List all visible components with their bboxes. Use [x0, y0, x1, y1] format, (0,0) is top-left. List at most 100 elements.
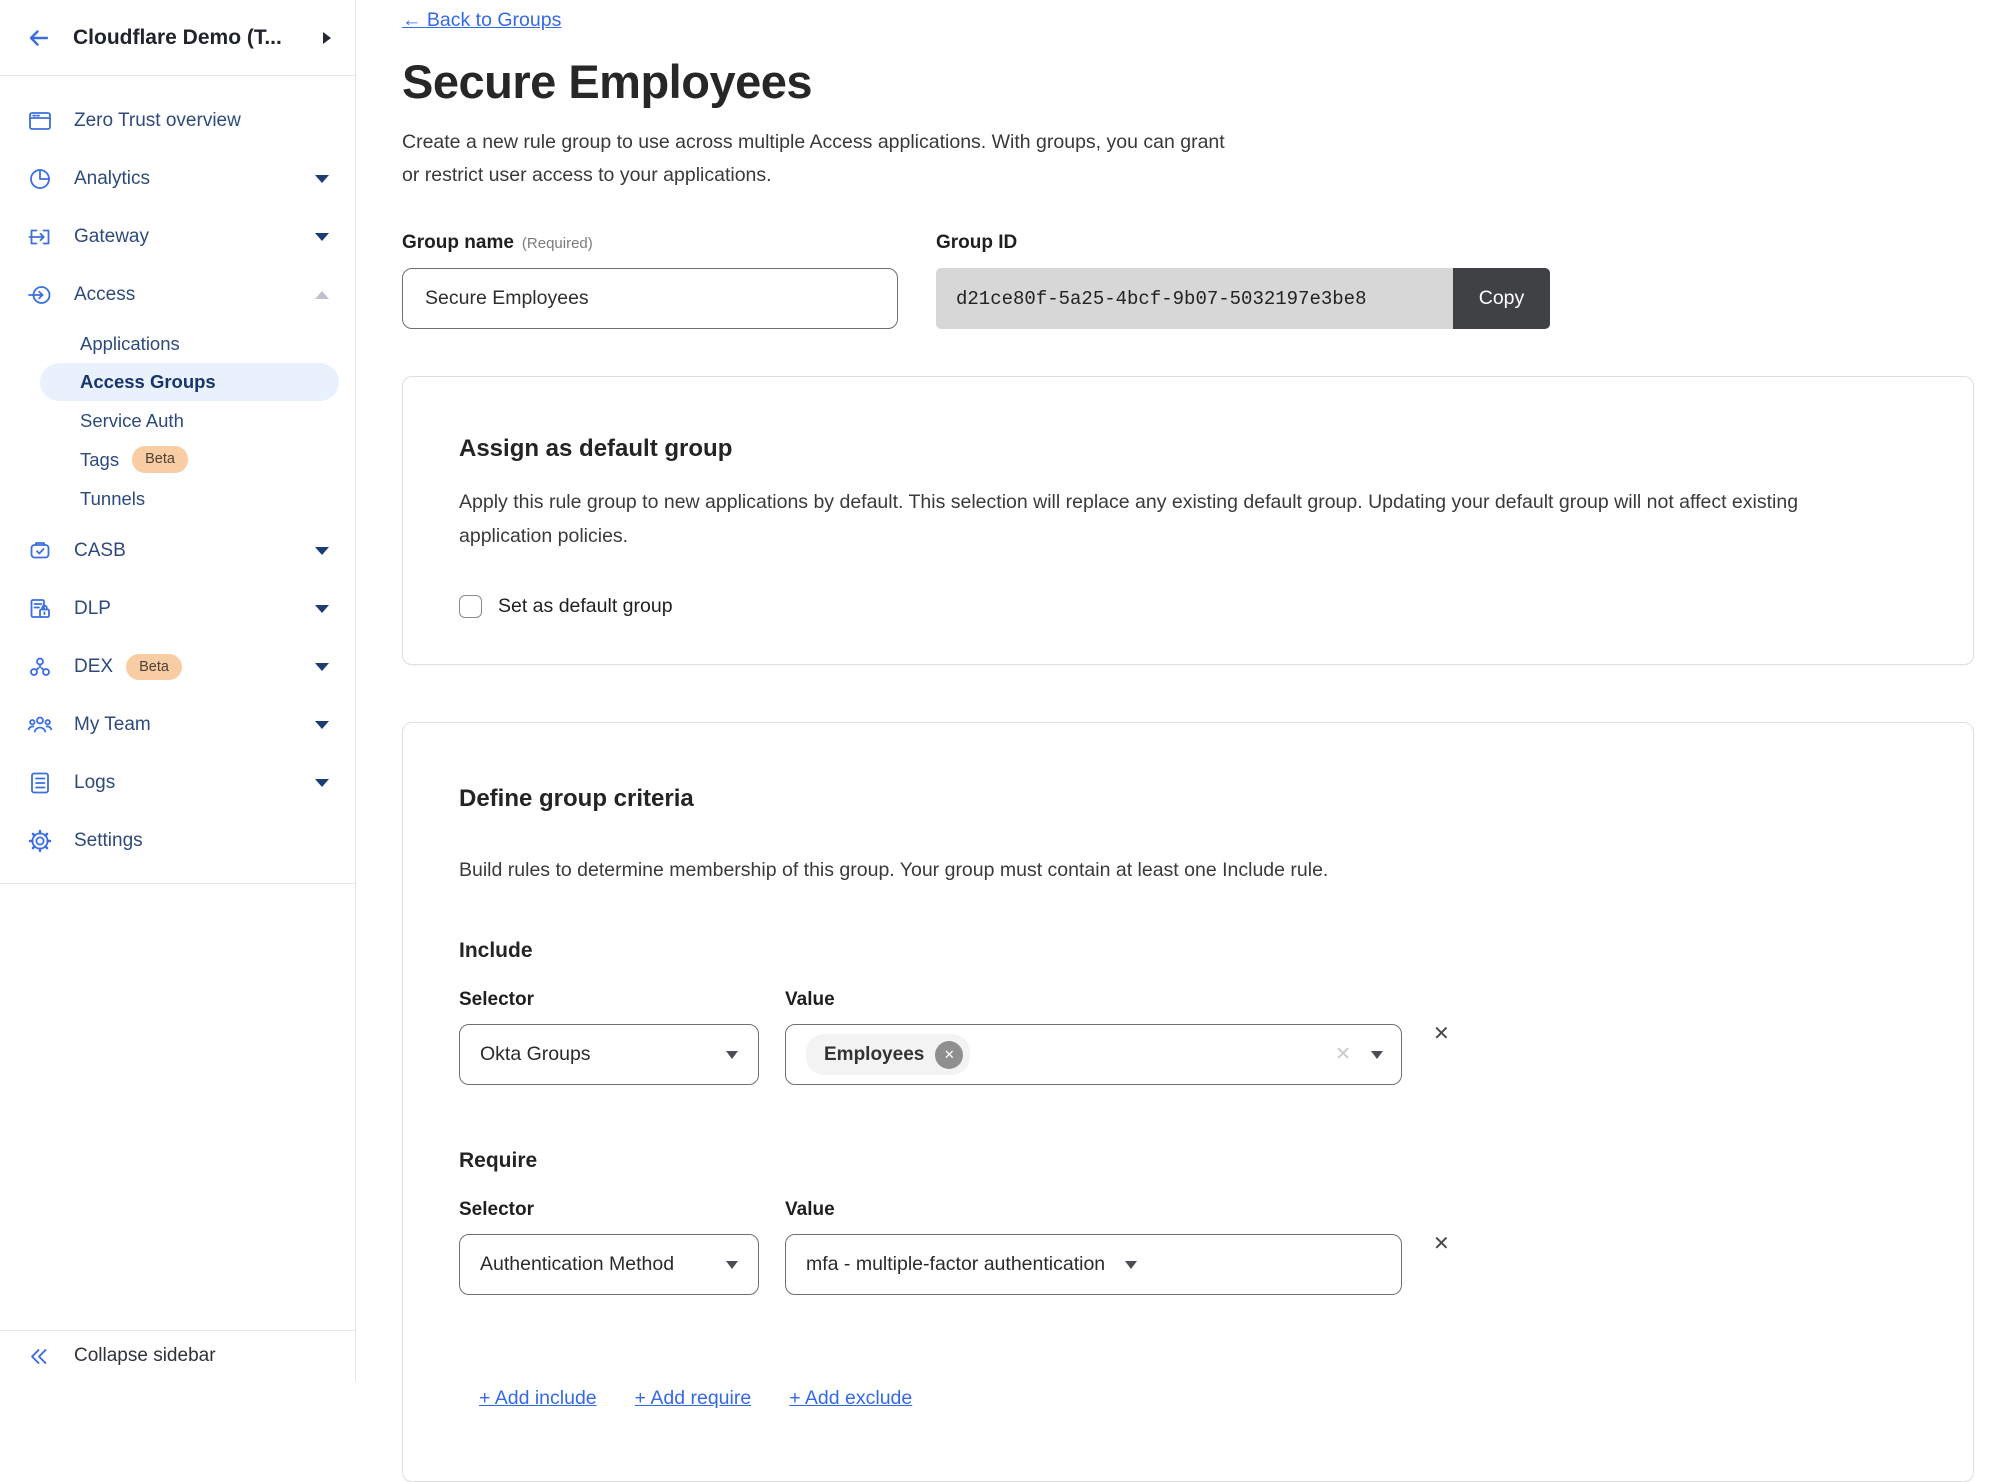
include-section-label: Include [459, 939, 1917, 963]
add-require-link[interactable]: + Add require [635, 1387, 752, 1410]
require-selector-dropdown[interactable]: Authentication Method [459, 1234, 759, 1295]
sidebar-item-access[interactable]: Access [0, 266, 355, 324]
sidebar-item-label: Service Auth [80, 410, 184, 432]
chevron-down-icon [315, 233, 329, 241]
access-icon [27, 282, 53, 308]
chevron-down-icon [1371, 1051, 1383, 1059]
sidebar-item-label: Analytics [74, 168, 150, 190]
sidebar-item-settings[interactable]: Settings [0, 812, 355, 870]
sidebar-item-label: Access [74, 284, 135, 306]
beta-badge: Beta [126, 654, 182, 681]
group-id-value: d21ce80f-5a25-4bcf-9b07-5032197e3be8 [936, 268, 1453, 329]
logs-document-icon [27, 770, 53, 796]
include-value-multiselect[interactable]: Employees ✕ ✕ [785, 1024, 1402, 1085]
copy-button[interactable]: Copy [1453, 268, 1550, 329]
sidebar-item-label: Applications [80, 333, 180, 355]
include-selector-group: Selector Okta Groups [459, 989, 759, 1085]
value-chip: Employees ✕ [806, 1034, 970, 1075]
sidebar-item-service-auth[interactable]: Service Auth [0, 401, 355, 440]
required-hint: (Required) [522, 235, 593, 252]
sidebar-item-tags[interactable]: Tags Beta [0, 440, 355, 479]
sidebar-item-label: Settings [74, 830, 143, 852]
selected-value: Okta Groups [480, 1043, 591, 1066]
sidebar-divider [0, 883, 355, 884]
group-name-label: Group name [402, 232, 514, 253]
sidebar-item-dex[interactable]: DEX Beta [0, 638, 355, 696]
caret-right-icon[interactable] [323, 32, 331, 44]
sidebar-item-dlp[interactable]: DLP [0, 580, 355, 638]
beta-badge: Beta [132, 446, 188, 473]
sidebar-item-label: DLP [74, 598, 111, 620]
group-name-field-group: Group name (Required) [402, 232, 898, 329]
value-label: Value [785, 1199, 1402, 1221]
overview-window-icon [27, 108, 53, 134]
sidebar-item-analytics[interactable]: Analytics [0, 150, 355, 208]
clear-values-icon[interactable]: ✕ [1335, 1043, 1351, 1066]
sidebar-item-label: My Team [74, 714, 151, 736]
remove-chip-icon[interactable]: ✕ [935, 1041, 963, 1069]
access-subnav: Applications Access Groups Service Auth … [0, 324, 355, 518]
chevron-down-icon [315, 547, 329, 555]
set-default-group-label: Set as default group [498, 595, 673, 618]
sidebar-item-applications[interactable]: Applications [0, 324, 355, 363]
require-value-group: Value mfa - multiple-factor authenticati… [785, 1199, 1402, 1295]
sidebar-item-access-groups[interactable]: Access Groups [40, 363, 339, 401]
sidebar-item-label: Tunnels [80, 488, 145, 510]
chevron-down-icon [1125, 1261, 1137, 1269]
default-group-checkbox-row: Set as default group [459, 595, 1917, 618]
chevron-down-icon [726, 1051, 738, 1059]
include-selector-dropdown[interactable]: Okta Groups [459, 1024, 759, 1085]
sidebar-item-label: DEX [74, 656, 113, 678]
back-arrow-icon[interactable] [26, 25, 52, 51]
sidebar-item-gateway[interactable]: Gateway [0, 208, 355, 266]
selected-value: mfa - multiple-factor authentication [806, 1253, 1105, 1276]
collapse-sidebar-button[interactable]: Collapse sidebar [0, 1330, 355, 1381]
sidebar-item-my-team[interactable]: My Team [0, 696, 355, 754]
group-id-field-group: Group ID d21ce80f-5a25-4bcf-9b07-5032197… [936, 232, 1550, 329]
remove-include-rule-button[interactable]: ✕ [1433, 1021, 1450, 1046]
set-default-group-checkbox[interactable] [459, 595, 482, 618]
account-switcher[interactable]: Cloudflare Demo (T... [0, 0, 355, 76]
page-title: Secure Employees [402, 54, 1999, 109]
sidebar: Cloudflare Demo (T... Zero Trust overvie… [0, 0, 356, 1381]
gateway-icon [27, 224, 53, 250]
back-to-groups-link[interactable]: ← Back to Groups [402, 9, 561, 32]
sidebar-item-zero-trust-overview[interactable]: Zero Trust overview [0, 92, 355, 150]
add-include-link[interactable]: + Add include [479, 1387, 597, 1410]
add-exclude-link[interactable]: + Add exclude [789, 1387, 912, 1410]
sidebar-item-label: Tags [80, 449, 119, 471]
sidebar-item-label: Logs [74, 772, 115, 794]
dex-network-icon [27, 654, 53, 680]
group-id-label: Group ID [936, 232, 1550, 254]
sidebar-item-casb[interactable]: CASB [0, 522, 355, 580]
page-description-line: Create a new rule group to use across mu… [402, 126, 1999, 159]
card-title: Define group criteria [459, 785, 1917, 813]
card-description: Apply this rule group to new application… [459, 485, 1869, 553]
require-selector-group: Selector Authentication Method [459, 1199, 759, 1295]
include-rule-row: Selector Okta Groups Value Employees ✕ ✕ [459, 989, 1917, 1085]
assign-default-group-card: Assign as default group Apply this rule … [402, 376, 1974, 665]
selector-label: Selector [459, 1199, 759, 1221]
page-description-line: or restrict user access to your applicat… [402, 159, 1999, 192]
require-value-dropdown[interactable]: mfa - multiple-factor authentication [785, 1234, 1402, 1295]
chevron-down-icon [726, 1261, 738, 1269]
dlp-document-lock-icon [27, 596, 53, 622]
define-group-criteria-card: Define group criteria Build rules to det… [402, 722, 1974, 1482]
group-name-input[interactable] [402, 268, 898, 329]
chevron-up-icon [315, 291, 329, 299]
double-chevron-left-icon [27, 1345, 51, 1369]
page-description: Create a new rule group to use across mu… [402, 126, 1999, 192]
remove-require-rule-button[interactable]: ✕ [1433, 1231, 1450, 1256]
main-content: ← Back to Groups Secure Employees Create… [357, 0, 1999, 1381]
sidebar-item-tunnels[interactable]: Tunnels [0, 479, 355, 518]
sidebar-item-logs[interactable]: Logs [0, 754, 355, 812]
selector-label: Selector [459, 989, 759, 1011]
chevron-down-icon [315, 175, 329, 183]
gear-icon [27, 828, 53, 854]
selected-value: Authentication Method [480, 1253, 674, 1276]
sidebar-item-label: CASB [74, 540, 126, 562]
add-rule-links: + Add include + Add require + Add exclud… [479, 1387, 1917, 1410]
chip-label: Employees [824, 1044, 924, 1066]
analytics-pie-icon [27, 166, 53, 192]
chevron-down-icon [315, 663, 329, 671]
